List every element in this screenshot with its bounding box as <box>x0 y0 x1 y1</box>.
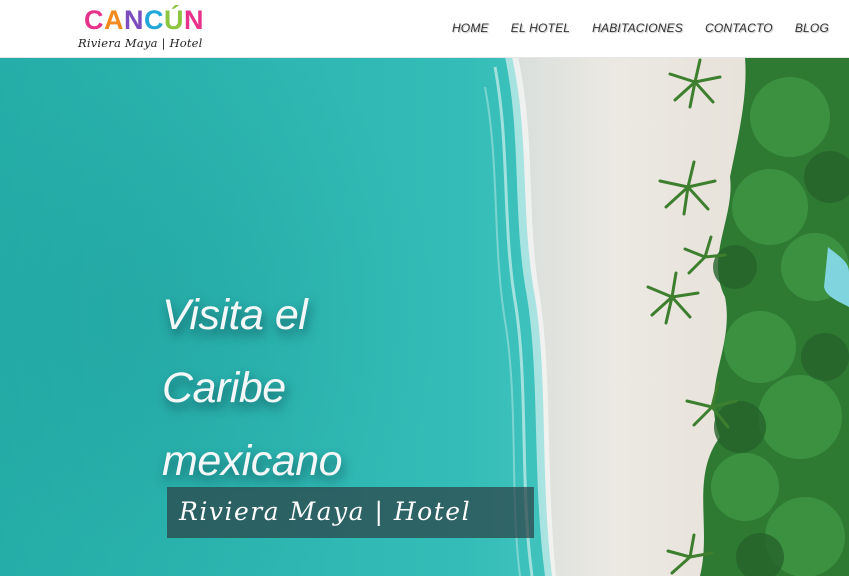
brand-logo-word: CANCÚN <box>84 5 204 35</box>
nav-item-el-hotel[interactable]: EL HOTEL <box>511 21 570 35</box>
hero-title: Visita el Caribe mexicano <box>162 279 422 498</box>
logo-letter: A <box>104 5 124 35</box>
nav-item-blog[interactable]: BLOG <box>795 21 829 35</box>
logo-letter: Ú <box>164 5 184 35</box>
site-header: CANCÚN Riviera Maya | Hotel HOME EL HOTE… <box>0 0 849 58</box>
hero-title-line: Caribe <box>162 364 286 412</box>
hero-tagline: Riviera Maya | Hotel <box>179 497 472 526</box>
hero-banner: Visita el Caribe mexicano Riviera Maya |… <box>0 57 849 576</box>
hero-title-line: Visita el <box>162 291 308 339</box>
nav-item-home[interactable]: HOME <box>452 21 489 35</box>
hero-tagline-box: Riviera Maya | Hotel <box>167 487 534 538</box>
logo-letter: C <box>144 5 164 35</box>
nav-item-habitaciones[interactable]: HABITACIONES <box>592 21 683 35</box>
nav-item-contacto[interactable]: CONTACTO <box>705 21 773 35</box>
logo-letter: N <box>124 5 144 35</box>
brand-logo-subtitle: Riviera Maya | Hotel <box>78 36 203 50</box>
logo-letter: C <box>84 5 104 35</box>
brand-logo[interactable]: CANCÚN Riviera Maya | Hotel <box>78 5 208 51</box>
logo-letter: N <box>184 5 204 35</box>
main-nav: HOME EL HOTEL HABITACIONES CONTACTO BLOG <box>452 21 829 35</box>
